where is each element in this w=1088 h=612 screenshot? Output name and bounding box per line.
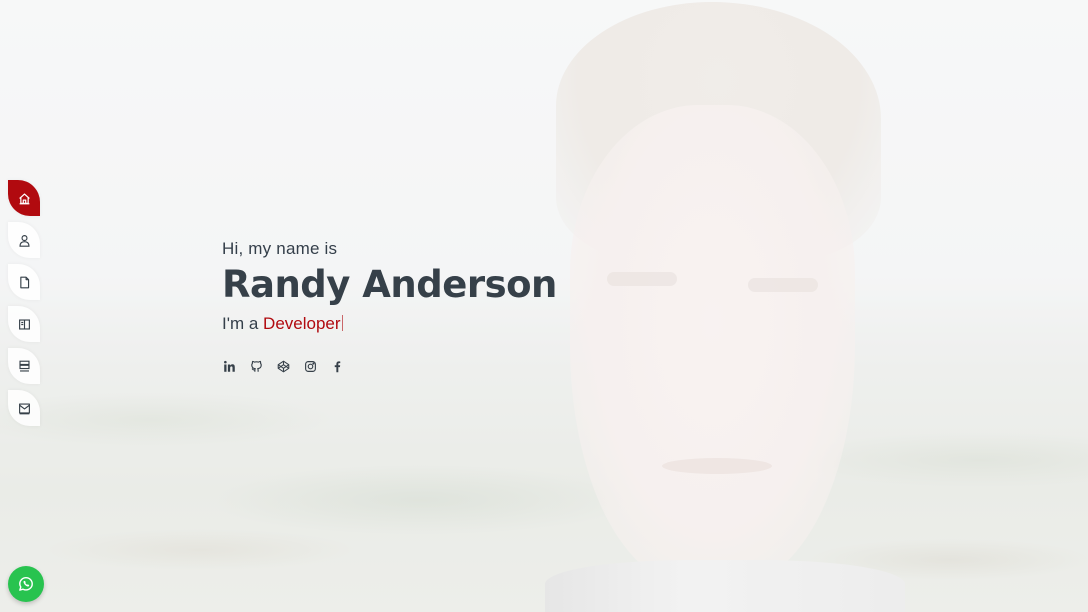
book-icon — [18, 318, 31, 331]
user-icon — [18, 234, 31, 247]
nav-item-home[interactable] — [8, 180, 40, 216]
hero-role-line: I'm a Developer — [222, 311, 557, 337]
facebook-icon — [331, 360, 344, 373]
instagram-link[interactable] — [303, 359, 317, 373]
nav-item-resume[interactable] — [8, 264, 40, 300]
nav-item-contact[interactable] — [8, 390, 40, 426]
home-icon — [18, 192, 31, 205]
whatsapp-icon — [17, 575, 35, 593]
github-icon — [250, 360, 263, 373]
github-link[interactable] — [249, 359, 263, 373]
server-icon — [18, 360, 31, 373]
nav-item-services[interactable] — [8, 348, 40, 384]
hero-role-typed: Developer — [263, 314, 341, 333]
nav-item-about[interactable] — [8, 222, 40, 258]
social-links — [222, 359, 557, 373]
hero-role-prefix: I'm a — [222, 314, 259, 333]
page: Hi, my name is Randy Anderson I'm a Deve… — [0, 0, 1088, 612]
hero-greeting: Hi, my name is — [222, 239, 338, 258]
typing-cursor — [341, 315, 343, 331]
linkedin-icon — [223, 360, 236, 373]
linkedin-link[interactable] — [222, 359, 236, 373]
codepen-icon — [277, 360, 290, 373]
nav-item-portfolio[interactable] — [8, 306, 40, 342]
mail-icon — [18, 402, 31, 415]
whatsapp-button[interactable] — [8, 566, 44, 602]
side-nav — [8, 180, 42, 432]
codepen-link[interactable] — [276, 359, 290, 373]
hero-section: Hi, my name is Randy Anderson I'm a Deve… — [222, 238, 557, 373]
file-icon — [18, 276, 31, 289]
instagram-icon — [304, 360, 317, 373]
hero-name: Randy Anderson — [222, 263, 557, 306]
facebook-link[interactable] — [330, 359, 344, 373]
